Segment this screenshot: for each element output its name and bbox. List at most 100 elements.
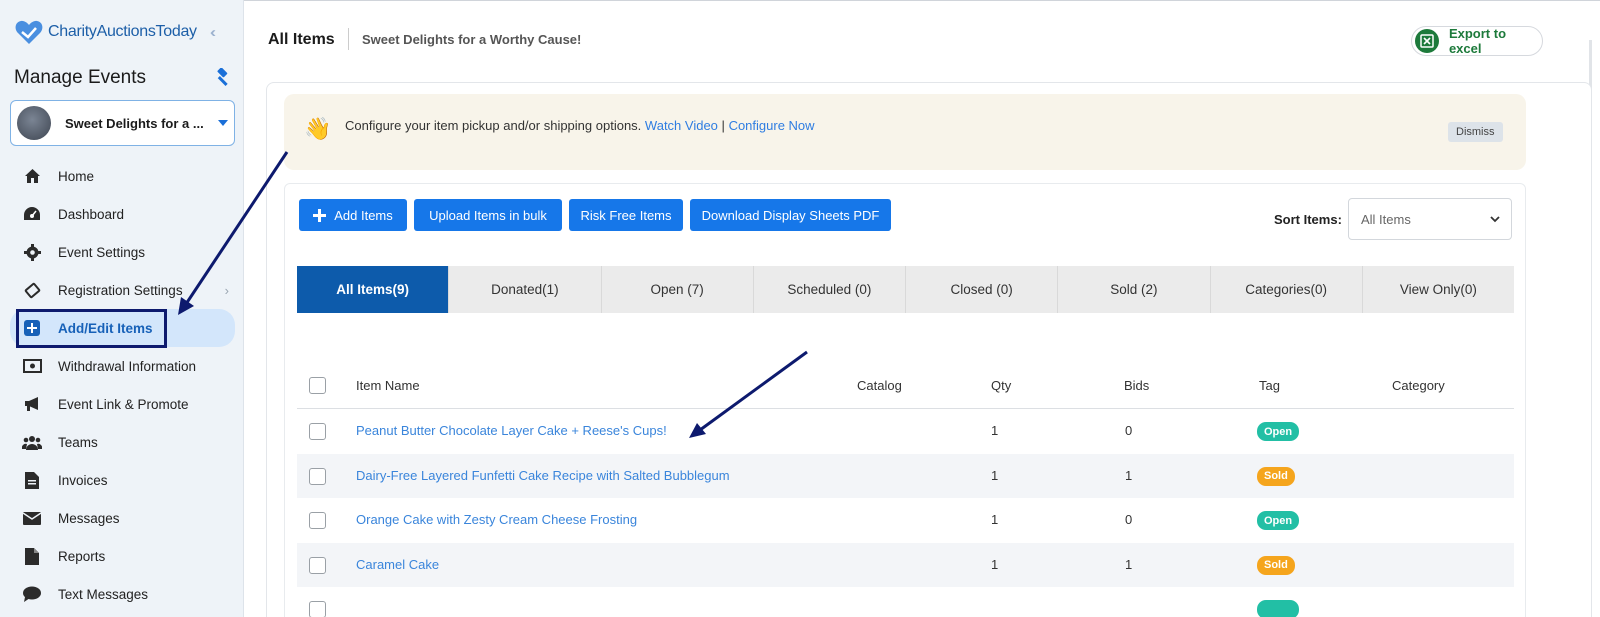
waving-hand-icon: 👋 <box>304 116 332 141</box>
table-row: Dairy-Free Layered Funfetti Cake Recipe … <box>297 453 1514 498</box>
item-bids: 0 <box>1125 423 1133 438</box>
event-selector[interactable]: Sweet Delights for a ... <box>10 100 235 146</box>
sidebar-item-event-settings[interactable]: Event Settings <box>10 233 235 271</box>
sidebar-item-reports[interactable]: Reports <box>10 537 235 575</box>
sidebar-item-registration-settings[interactable]: Registration Settings › <box>10 271 235 309</box>
users-icon <box>22 432 42 452</box>
tab-donated[interactable]: Donated(1) <box>449 266 602 313</box>
sidebar-item-label: Messages <box>58 510 120 526</box>
heart-logo-icon <box>15 20 43 44</box>
tab-scheduled[interactable]: Scheduled (0) <box>754 266 906 313</box>
row-checkbox[interactable] <box>309 556 326 574</box>
sidebar-item-label: Withdrawal Information <box>58 358 197 374</box>
select-all-checkbox[interactable] <box>309 377 326 394</box>
sidebar-item-teams[interactable]: Teams <box>10 423 235 461</box>
table-row: Peanut Butter Chocolate Layer Cake + Ree… <box>297 409 1514 454</box>
page-subtitle: Sweet Delights for a Worthy Cause! <box>362 32 582 47</box>
sidebar-item-dashboard[interactable]: Dashboard <box>10 195 235 233</box>
item-bids: 0 <box>1125 512 1133 527</box>
sidebar-item-text-messages[interactable]: Text Messages <box>10 575 235 613</box>
home-icon <box>22 166 42 186</box>
column-catalog[interactable]: Catalog <box>857 378 902 393</box>
notice-separator: | <box>721 118 725 133</box>
column-tag[interactable]: Tag <box>1259 378 1280 393</box>
chevron-down-icon <box>1490 216 1500 223</box>
status-badge: Sold <box>1257 466 1295 486</box>
download-display-sheets-button[interactable]: Download Display Sheets PDF <box>690 199 891 231</box>
item-qty: 1 <box>991 512 999 527</box>
event-selector-label: Sweet Delights for a ... <box>65 115 204 131</box>
gavel-icon <box>212 67 232 93</box>
sidebar-item-invoices[interactable]: Invoices <box>10 461 235 499</box>
brand-name: CharityAuctionsToday <box>48 23 197 40</box>
chat-icon <box>22 584 42 604</box>
collapse-sidebar-icon[interactable]: ‹‹ <box>210 24 216 41</box>
sidebar-item-label: Home <box>58 168 95 184</box>
item-name-link[interactable]: Peanut Butter Chocolate Layer Cake + Ree… <box>356 423 667 438</box>
money-icon <box>22 356 42 376</box>
caret-down-icon <box>218 120 228 126</box>
item-name-link[interactable]: Caramel Cake <box>356 557 439 572</box>
shipping-notice: 👋 Configure your item pickup and/or ship… <box>284 94 1526 170</box>
dashboard-icon <box>22 204 42 224</box>
row-checkbox[interactable] <box>309 467 326 485</box>
export-to-excel-button[interactable]: Export to excel <box>1411 26 1543 56</box>
item-qty: 1 <box>991 556 999 572</box>
sidebar-item-home[interactable]: Home <box>10 157 235 195</box>
status-badge-partial <box>1257 600 1299 617</box>
row-checkbox[interactable] <box>309 423 326 440</box>
sidebar-item-label: Text Messages <box>58 586 149 602</box>
status-badge: Sold <box>1257 555 1295 575</box>
sidebar-item-label: Registration Settings <box>58 282 183 298</box>
tab-sold[interactable]: Sold (2) <box>1058 266 1211 313</box>
sidebar-item-label: Dashboard <box>58 206 125 222</box>
item-name-link[interactable]: Orange Cake with Zesty Cream Cheese Fros… <box>356 512 637 527</box>
status-badge: Open <box>1257 511 1300 530</box>
export-label: Export to excel <box>1448 26 1507 56</box>
annotation-highlight-box <box>16 309 167 348</box>
row-checkbox[interactable] <box>309 601 326 617</box>
sort-label: Sort Items: <box>1274 212 1342 227</box>
plus-icon <box>313 208 327 222</box>
tab-categories[interactable]: Categories(0) <box>1211 266 1363 313</box>
upload-bulk-button[interactable]: Upload Items in bulk <box>414 199 562 231</box>
tab-open[interactable]: Open (7) <box>602 266 754 313</box>
sidebar-item-messages[interactable]: Messages <box>10 499 235 537</box>
sort-items-select[interactable]: All Items <box>1348 198 1512 240</box>
column-item-name[interactable]: Item Name <box>356 378 420 393</box>
tab-view-only[interactable]: View Only(0) <box>1363 266 1514 313</box>
sort-select-value: All Items <box>1361 211 1411 227</box>
sidebar-item-label: Reports <box>58 548 106 564</box>
column-category[interactable]: Category <box>1392 378 1445 393</box>
tab-all-items[interactable]: All Items(9) <box>297 266 450 313</box>
items-table: Item Name Catalog Qty Bids Tag Category … <box>297 363 1514 617</box>
top-border <box>244 0 1600 1</box>
sidebar-nav: Home Dashboard Event Settings Registrati… <box>10 157 235 613</box>
ticket-icon <box>22 280 42 300</box>
table-row: Orange Cake with Zesty Cream Cheese Fros… <box>297 498 1514 543</box>
column-bids[interactable]: Bids <box>1124 378 1149 393</box>
add-items-button[interactable]: Add Items <box>299 199 407 231</box>
excel-icon <box>1415 29 1439 53</box>
configure-now-link[interactable]: Configure Now <box>729 118 815 133</box>
item-qty: 1 <box>991 467 999 483</box>
sidebar-item-label: Event Settings <box>58 244 146 260</box>
watch-video-link[interactable]: Watch Video <box>645 118 718 133</box>
envelope-icon <box>22 508 42 528</box>
brand-logo[interactable]: CharityAuctionsToday <box>14 18 197 46</box>
tab-closed[interactable]: Closed (0) <box>906 266 1059 313</box>
sidebar-item-event-link-promote[interactable]: Event Link & Promote <box>10 385 235 423</box>
main-content: All Items Sweet Delights for a Worthy Ca… <box>244 0 1600 617</box>
sidebar-item-withdrawal-information[interactable]: Withdrawal Information <box>10 347 235 385</box>
table-header: Item Name Catalog Qty Bids Tag Category <box>297 363 1514 409</box>
item-name-link[interactable]: Dairy-Free Layered Funfetti Cake Recipe … <box>356 468 730 483</box>
table-row <box>297 587 1514 617</box>
megaphone-icon <box>22 394 42 414</box>
dismiss-button[interactable]: Dismiss <box>1448 122 1503 142</box>
invoice-icon <box>22 470 42 490</box>
risk-free-items-button[interactable]: Risk Free Items <box>569 199 683 231</box>
item-bids: 1 <box>1125 467 1133 483</box>
column-qty[interactable]: Qty <box>991 378 1011 393</box>
row-checkbox[interactable] <box>309 512 326 529</box>
sidebar-item-label: Event Link & Promote <box>58 396 189 412</box>
